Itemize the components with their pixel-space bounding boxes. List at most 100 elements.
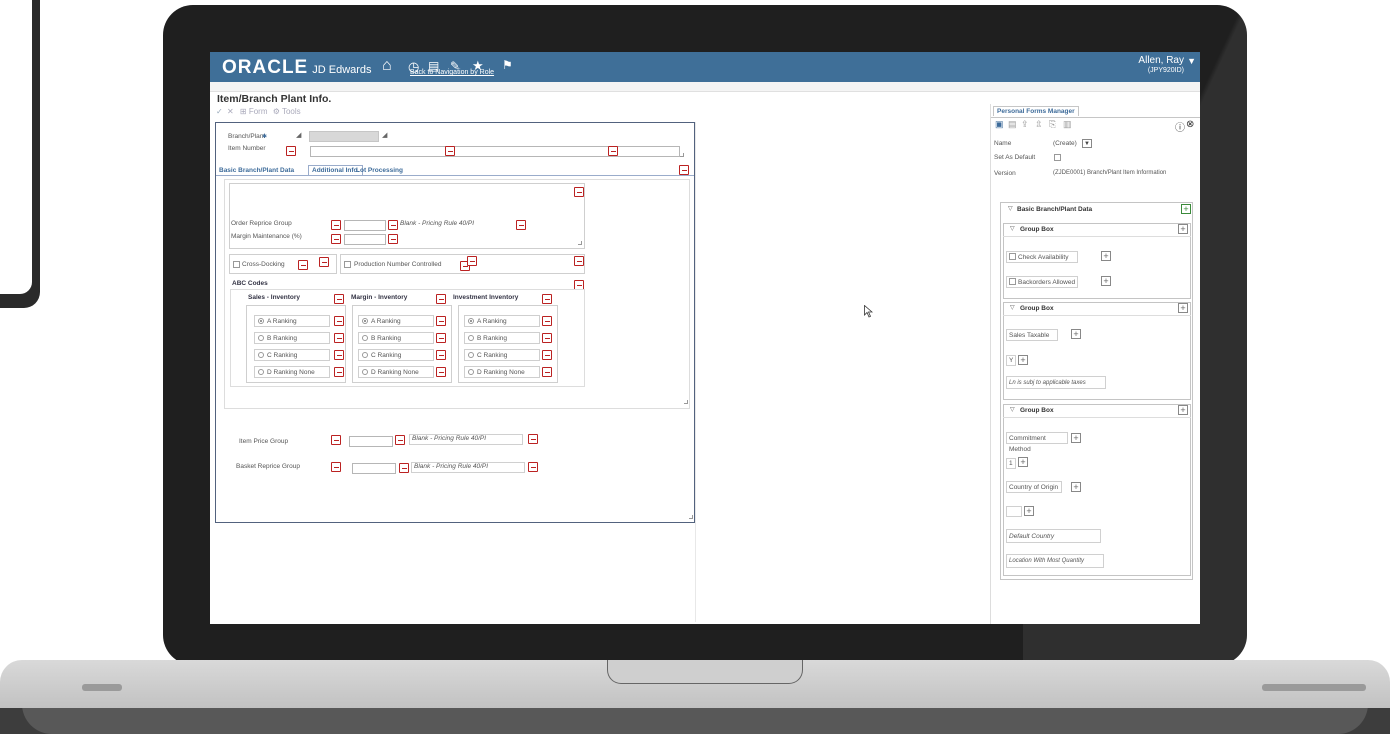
remove-field-icon[interactable]: [319, 257, 329, 267]
remove-field-icon[interactable]: [436, 333, 446, 343]
add-field-icon[interactable]: +: [1071, 329, 1081, 339]
chevron-down-icon[interactable]: ▼: [1082, 139, 1092, 148]
remove-group-icon[interactable]: [542, 294, 552, 304]
remove-field-icon[interactable]: [331, 220, 341, 230]
cross-docking-checkbox[interactable]: [233, 261, 240, 268]
ok-check-icon[interactable]: ✓: [216, 107, 223, 116]
add-field-icon[interactable]: +: [1181, 204, 1191, 214]
remove-field-icon[interactable]: [436, 367, 446, 377]
save-as-icon[interactable]: ▤: [1008, 119, 1017, 130]
resize-handle[interactable]: [578, 241, 582, 245]
remove-field-icon[interactable]: [445, 146, 455, 156]
remove-field-icon[interactable]: [331, 234, 341, 244]
ranking-radio[interactable]: [468, 352, 474, 358]
remove-field-icon[interactable]: [395, 435, 405, 445]
add-field-icon[interactable]: +: [1178, 224, 1188, 234]
country-of-origin-input[interactable]: [1006, 506, 1022, 517]
ranking-radio[interactable]: [362, 335, 368, 341]
collapse-triangle-icon[interactable]: ▽: [1010, 406, 1015, 413]
remove-field-icon[interactable]: [516, 220, 526, 230]
remove-field-icon[interactable]: [298, 260, 308, 270]
flag-icon[interactable]: ⚑: [502, 58, 513, 72]
add-field-icon[interactable]: +: [1071, 433, 1081, 443]
info-icon[interactable]: ⓘ: [1175, 119, 1185, 134]
remove-group-icon[interactable]: [436, 294, 446, 304]
publish-icon[interactable]: ⇪: [1021, 119, 1029, 130]
item-price-group-input[interactable]: [349, 436, 393, 447]
tab-additional-info[interactable]: Additional Info.: [308, 165, 364, 175]
sales-taxable-field[interactable]: Sales Taxable: [1006, 329, 1058, 341]
pfm-tab[interactable]: Personal Forms Manager: [993, 106, 1079, 116]
item-number-input[interactable]: [310, 146, 680, 157]
remove-field-icon[interactable]: [542, 350, 552, 360]
remove-field-icon[interactable]: [334, 350, 344, 360]
backorders-allowed-checkbox[interactable]: [1009, 278, 1016, 285]
tools-icon[interactable]: ⚙: [273, 107, 280, 116]
save-icon[interactable]: ▣: [995, 119, 1004, 130]
cancel-x-icon[interactable]: ✕: [227, 107, 234, 116]
country-of-origin-field[interactable]: Country of Origin: [1006, 481, 1062, 493]
order-reprice-group-input[interactable]: [344, 220, 386, 231]
ranking-radio[interactable]: [258, 352, 264, 358]
add-field-icon[interactable]: +: [1178, 405, 1188, 415]
commitment-method-value[interactable]: 1: [1006, 458, 1016, 469]
resize-handle[interactable]: [689, 515, 693, 519]
tab-lot-processing[interactable]: Lot Processing: [356, 167, 403, 174]
remove-group-icon[interactable]: [334, 294, 344, 304]
remove-field-icon[interactable]: [334, 367, 344, 377]
remove-field-icon[interactable]: [467, 256, 477, 266]
tools-menu-label[interactable]: Tools: [282, 107, 301, 116]
back-to-navigation-link[interactable]: Back to Navigation by Role: [410, 69, 494, 76]
form-menu-icon[interactable]: ⊞: [240, 107, 247, 116]
branch-search-icon[interactable]: ◢: [382, 131, 387, 139]
search-visual-assist-icon[interactable]: ◢: [296, 131, 301, 139]
add-field-icon[interactable]: +: [1071, 482, 1081, 492]
ranking-radio[interactable]: [258, 335, 264, 341]
ranking-radio[interactable]: [362, 352, 368, 358]
remove-field-icon[interactable]: [286, 146, 296, 156]
remove-field-icon[interactable]: [399, 463, 409, 473]
collapse-triangle-icon[interactable]: ▽: [1010, 225, 1015, 232]
remove-tab-icon[interactable]: [679, 165, 689, 175]
remove-field-icon[interactable]: [331, 435, 341, 445]
sales-taxable-value[interactable]: Y: [1006, 355, 1016, 366]
chevron-down-icon[interactable]: ▼: [1187, 56, 1196, 66]
remove-field-icon[interactable]: [542, 316, 552, 326]
ranking-radio[interactable]: [362, 318, 368, 324]
tab-basic-branch-plant-data[interactable]: Basic Branch/Plant Data: [219, 167, 294, 174]
close-icon[interactable]: ⊗: [1186, 119, 1194, 130]
remove-field-icon[interactable]: [436, 316, 446, 326]
basket-reprice-group-input[interactable]: [352, 463, 396, 474]
delete-icon[interactable]: ▥: [1063, 119, 1072, 130]
ranking-radio[interactable]: [362, 369, 368, 375]
add-field-icon[interactable]: +: [1178, 303, 1188, 313]
commitment-method-field[interactable]: Commitment Method: [1006, 432, 1068, 453]
remove-group-icon[interactable]: [574, 256, 584, 266]
ranking-radio[interactable]: [258, 318, 264, 324]
resize-handle[interactable]: [680, 153, 684, 157]
remove-field-icon[interactable]: [608, 146, 618, 156]
remove-field-icon[interactable]: [388, 234, 398, 244]
remove-field-icon[interactable]: [334, 333, 344, 343]
user-menu[interactable]: Allen, Ray (JPY920ID): [1138, 56, 1184, 76]
remove-field-icon[interactable]: [542, 367, 552, 377]
remove-field-icon[interactable]: [528, 462, 538, 472]
resize-handle[interactable]: [684, 400, 688, 404]
pfm-set-default-checkbox[interactable]: [1054, 154, 1061, 161]
remove-field-icon[interactable]: [388, 220, 398, 230]
add-field-icon[interactable]: +: [1101, 276, 1111, 286]
home-icon[interactable]: ⌂: [382, 57, 392, 75]
branch-plant-input[interactable]: [309, 131, 379, 142]
remove-group-icon[interactable]: [574, 187, 584, 197]
collapse-triangle-icon[interactable]: ▽: [1010, 304, 1015, 311]
form-menu-label[interactable]: Form: [249, 107, 268, 116]
ranking-radio[interactable]: [468, 318, 474, 324]
remove-field-icon[interactable]: [528, 434, 538, 444]
ranking-radio[interactable]: [468, 369, 474, 375]
ranking-radio[interactable]: [468, 335, 474, 341]
oracle-logo[interactable]: ORACLE JD Edwards: [222, 57, 372, 79]
remove-field-icon[interactable]: [331, 462, 341, 472]
ranking-radio[interactable]: [258, 369, 264, 375]
remove-field-icon[interactable]: [334, 316, 344, 326]
remove-field-icon[interactable]: [542, 333, 552, 343]
